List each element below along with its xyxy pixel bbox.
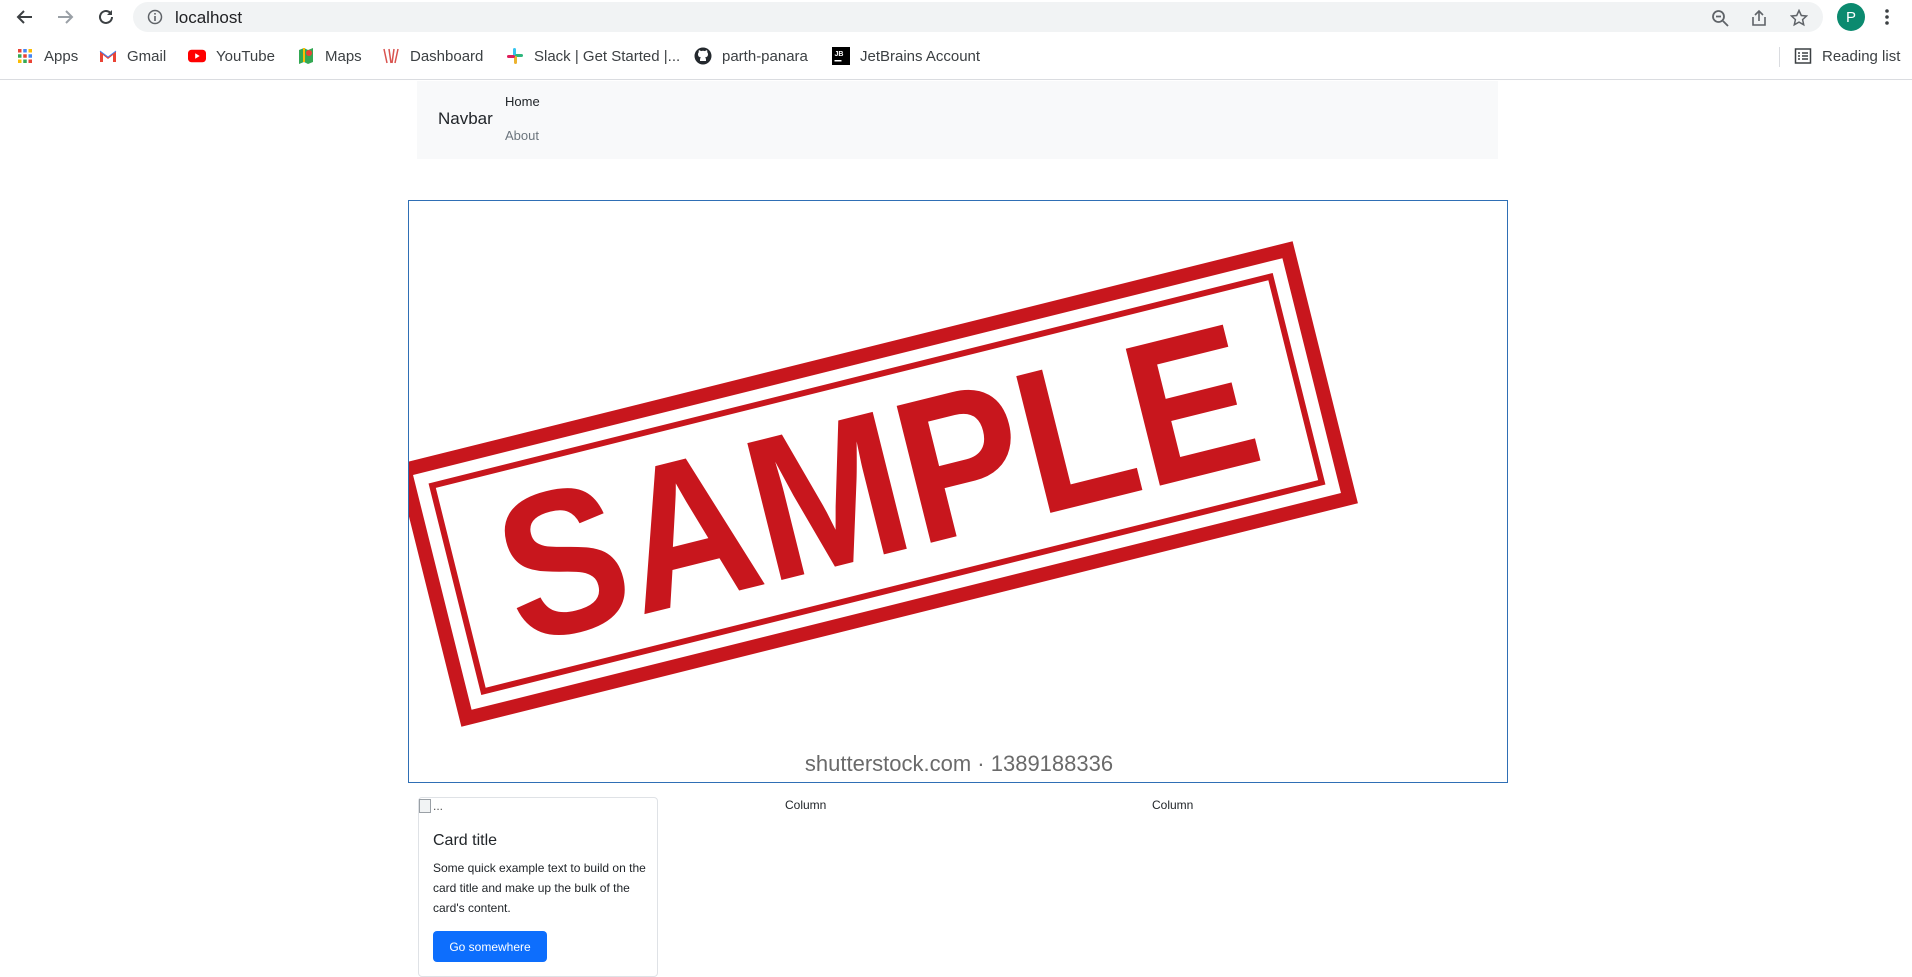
reading-list-label: Reading list [1822, 47, 1901, 65]
share-icon [1752, 9, 1766, 26]
back-button[interactable] [12, 4, 38, 30]
more-vertical-icon [1885, 9, 1889, 25]
bookmark-label: Slack | Get Started |... [534, 47, 681, 65]
card: ... Card title Some quick example text t… [418, 797, 658, 977]
bookmark-maps[interactable]: Maps [297, 45, 362, 67]
navbar-brand[interactable]: Navbar [438, 109, 493, 129]
slack-icon [506, 47, 524, 65]
bookmark-label: parth-panara [722, 47, 808, 65]
watermark-text: shutterstock.com · 1389188336 [805, 751, 1113, 776]
site-navbar: Navbar Home About [417, 81, 1498, 159]
browser-toolbar: localhost P [0, 0, 1912, 34]
reload-icon [99, 9, 113, 24]
bookmark-label: Apps [44, 47, 79, 65]
bookmark-gmail[interactable]: Gmail [99, 45, 166, 67]
bookmark-label: YouTube [216, 47, 275, 65]
share-button[interactable] [1748, 7, 1770, 29]
address-bar[interactable]: localhost [133, 2, 1823, 32]
dashboard-icon [382, 47, 400, 65]
apps-grid-icon [16, 47, 34, 65]
gmail-icon [99, 47, 117, 65]
bookmarks-divider [1779, 47, 1780, 67]
bookmark-slack[interactable]: Slack | Get Started |... [506, 45, 680, 67]
column-label: Column [1152, 798, 1194, 812]
stamp-text: SAMPLE [476, 279, 1279, 687]
card-text: Some quick example text to build on the … [433, 861, 646, 915]
reload-button[interactable] [93, 4, 119, 30]
bookmark-youtube[interactable]: YouTube [188, 45, 275, 67]
hero-image: SAMPLE shutterstock.com · 1389188336 [408, 200, 1508, 783]
jetbrains-icon: JB [832, 47, 850, 65]
bookmark-label: Gmail [127, 47, 167, 65]
zoom-button[interactable] [1709, 7, 1731, 29]
youtube-icon [188, 47, 206, 65]
bookmark-label: Maps [325, 47, 362, 65]
maps-icon [297, 47, 315, 65]
profile-avatar[interactable]: P [1837, 3, 1865, 31]
go-somewhere-button[interactable]: Go somewhere [433, 931, 547, 962]
github-icon [694, 47, 712, 65]
bookmark-jetbrains[interactable]: JB JetBrains Account [832, 45, 980, 67]
nav-link-about[interactable]: About [505, 128, 539, 143]
bookmark-star-button[interactable] [1788, 7, 1810, 29]
star-icon [1790, 9, 1808, 27]
arrow-left-icon [16, 10, 32, 24]
reading-list-button[interactable]: Reading list [1794, 45, 1900, 67]
reading-list-icon [1794, 47, 1812, 65]
bookmarks-bar: Apps Gmail YouTube Maps Dashboard Slack … [0, 34, 1912, 80]
bookmark-apps[interactable]: Apps [16, 45, 78, 67]
info-icon[interactable] [147, 9, 163, 25]
broken-image-icon [419, 799, 431, 813]
sample-stamp-image: SAMPLE shutterstock.com · 1389188336 [409, 241, 1358, 776]
column-label: Column [785, 798, 827, 812]
card-title: Card title [433, 832, 498, 849]
svg-text:JB: JB [835, 51, 844, 58]
url-text[interactable]: localhost [175, 8, 242, 28]
bookmark-github[interactable]: parth-panara [694, 45, 808, 67]
bookmark-label: Dashboard [410, 47, 484, 65]
card-image-broken: ... [419, 798, 443, 814]
arrow-right-icon [58, 10, 74, 24]
browser-menu-button[interactable] [1880, 5, 1894, 29]
zoom-out-icon [1712, 10, 1729, 27]
bookmark-label: JetBrains Account [860, 47, 981, 65]
nav-link-home[interactable]: Home [505, 94, 540, 109]
forward-button[interactable] [52, 4, 78, 30]
bookmark-dashboard[interactable]: Dashboard [382, 45, 483, 67]
card-image-alt: ... [433, 799, 444, 813]
